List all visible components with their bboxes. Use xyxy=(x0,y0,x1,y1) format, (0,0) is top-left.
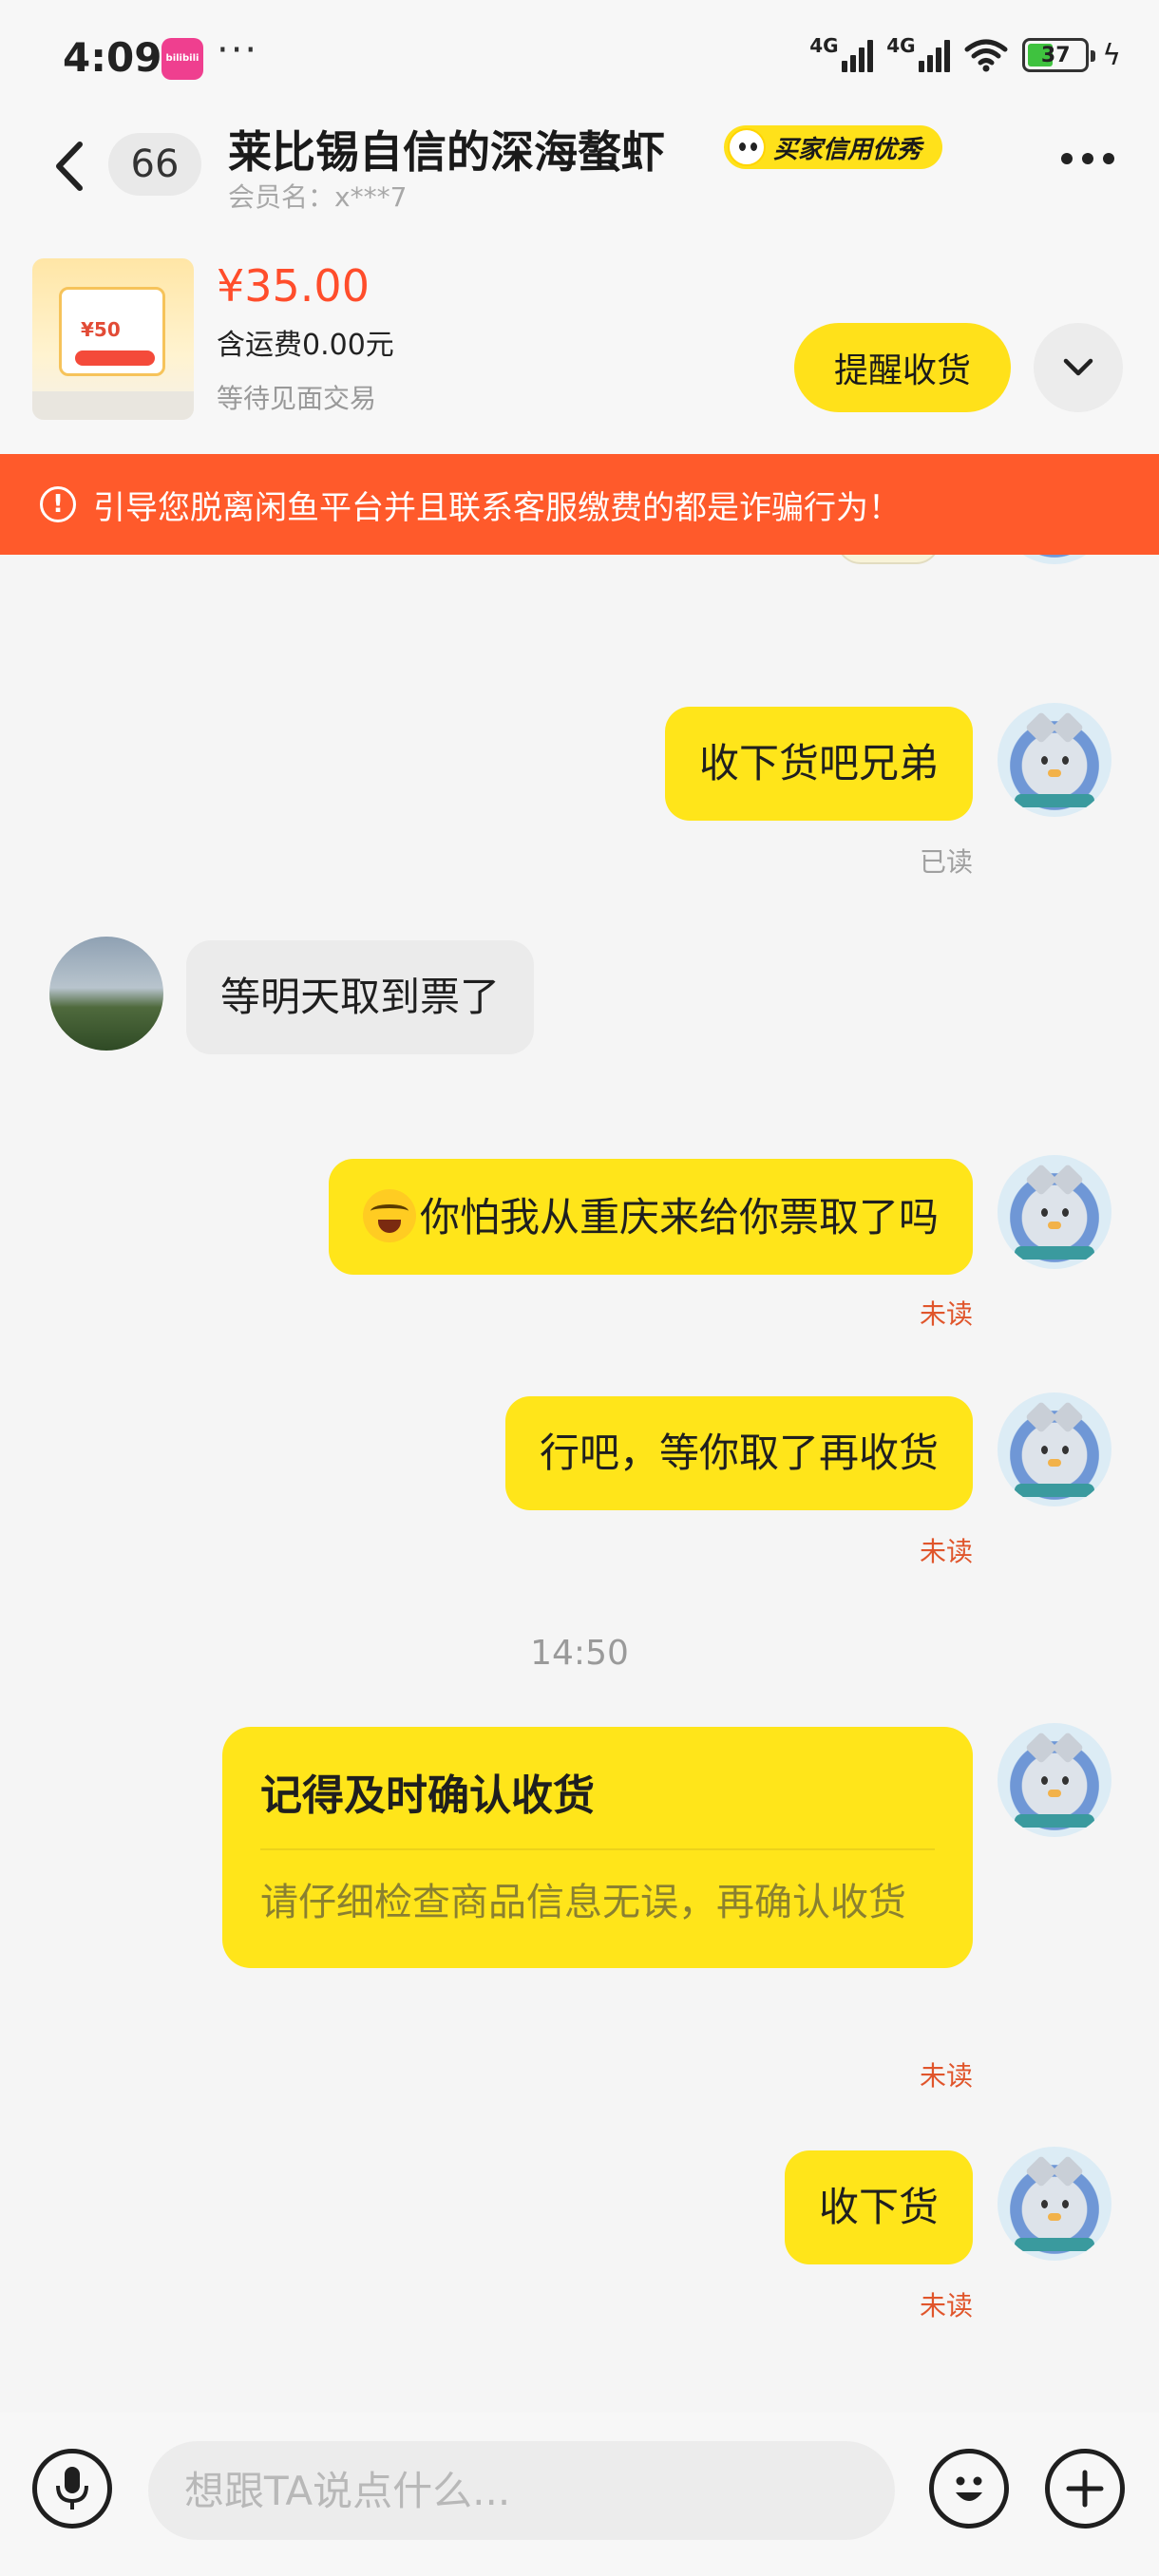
crying-face-icon xyxy=(362,1189,416,1242)
read-status: 未读 xyxy=(919,2290,973,2321)
product-thumbnail[interactable]: ¥50 xyxy=(32,258,194,420)
signal-label: 4G xyxy=(809,34,839,57)
message-row: 你怕我从重庆来给你票取了吗 未读 xyxy=(0,1155,1159,1330)
plus-glyph xyxy=(1066,2470,1104,2508)
product-card[interactable]: ¥50 ¥35.00 含运费0.00元 等待见面交易 提醒收货 xyxy=(0,247,1159,454)
my-avatar[interactable] xyxy=(998,555,1112,564)
message-row: 已读 xyxy=(0,555,1159,640)
warning-text: 引导您脱离闲鱼平台并且联系客服缴费的都是诈骗行为！ xyxy=(93,488,901,527)
my-avatar[interactable] xyxy=(998,1155,1112,1269)
status-time: 4:09 xyxy=(63,34,162,81)
input-bar xyxy=(0,2413,1159,2576)
alert-circle-icon: ! xyxy=(40,486,76,522)
xianyu-face-icon xyxy=(728,128,766,166)
contact-avatar[interactable] xyxy=(49,937,163,1051)
microphone-icon[interactable] xyxy=(32,2449,112,2529)
message-input[interactable] xyxy=(148,2441,895,2540)
contact-name[interactable]: 莱比锡自信的深海螯虾 xyxy=(228,118,665,180)
message-bubble[interactable]: 你怕我从重庆来给你票取了吗 xyxy=(328,1159,973,1275)
smile-glyph xyxy=(956,2476,982,2501)
message-row: 等明天取到票了 xyxy=(0,937,1159,1064)
confirm-receipt-card[interactable]: 记得及时确认收货 请仔细检查商品信息无误，再确认收货 xyxy=(222,1727,973,1968)
read-status: 未读 xyxy=(919,1298,973,1330)
chat-area[interactable]: 已读 收下货吧兄弟 已读 等明天取到票了 你怕我从重庆来给你票取了吗 未读 行吧… xyxy=(0,555,1159,2413)
message-timestamp: 14:50 xyxy=(530,1634,629,1673)
chevron-down-icon xyxy=(1063,358,1093,376)
message-bubble[interactable]: 收下货 xyxy=(784,2150,973,2264)
message-text: 你怕我从重庆来给你票取了吗 xyxy=(419,1194,939,1241)
fraud-warning-banner: ! 引导您脱离闲鱼平台并且联系客服缴费的都是诈骗行为！ xyxy=(0,454,1159,555)
card-body: 请仔细检查商品信息无误，再确认收货 xyxy=(260,1881,906,1924)
message-row: 收下货吧兄弟 已读 xyxy=(0,703,1159,878)
battery-icon: 37 xyxy=(1022,38,1096,72)
remind-receipt-button[interactable]: 提醒收货 xyxy=(794,323,1011,412)
read-status: 已读 xyxy=(919,846,973,878)
signal-icon: 4G xyxy=(809,34,874,72)
plus-icon[interactable] xyxy=(1045,2449,1125,2529)
read-status: 未读 xyxy=(919,1536,973,1567)
signal-label: 4G xyxy=(886,34,916,57)
member-name: 会员名：x***7 xyxy=(228,181,408,213)
read-status: 未读 xyxy=(919,2060,973,2092)
chat-header: 66 莱比锡自信的深海螯虾 买家信用优秀 会员名：x***7 xyxy=(0,114,1159,247)
credit-badge-label: 买家信用优秀 xyxy=(773,135,922,164)
chevron-left-icon[interactable] xyxy=(46,133,93,199)
app-icon: bilibili xyxy=(162,38,203,80)
thumb-coupon-value: ¥50 xyxy=(81,318,121,341)
shipping-info: 含运费0.00元 xyxy=(217,329,394,362)
message-bubble[interactable]: 收下货吧兄弟 xyxy=(664,707,973,821)
wifi-icon xyxy=(964,39,1008,72)
smile-icon[interactable] xyxy=(929,2449,1009,2529)
charging-icon: ϟ xyxy=(1102,38,1121,72)
notification-dots-icon: ··· xyxy=(217,28,259,72)
status-bar: 4:09 bilibili ··· 4G 4G 37 ϟ xyxy=(0,0,1159,114)
status-icons: 4G 4G 37 ϟ xyxy=(809,34,1121,72)
credit-badge[interactable]: 买家信用优秀 xyxy=(724,125,943,169)
message-bubble[interactable]: 等明天取到票了 xyxy=(186,940,535,1054)
more-icon[interactable] xyxy=(1054,144,1121,173)
signal-icon: 4G xyxy=(886,34,951,72)
my-avatar[interactable] xyxy=(998,703,1112,817)
battery-percent: 37 xyxy=(1040,43,1071,67)
my-avatar[interactable] xyxy=(998,2147,1112,2261)
message-bubble[interactable]: 行吧，等你取了再收货 xyxy=(504,1396,973,1510)
my-avatar[interactable] xyxy=(998,1392,1112,1506)
message-bubble[interactable] xyxy=(836,555,940,564)
message-row: 记得及时确认收货 请仔细检查商品信息无误，再确认收货 未读 xyxy=(0,1723,1159,2092)
trade-status: 等待见面交易 xyxy=(217,383,377,414)
my-avatar[interactable] xyxy=(998,1723,1112,1837)
card-title: 记得及时确认收货 xyxy=(260,1761,935,1850)
unread-count-badge[interactable]: 66 xyxy=(108,133,201,196)
message-row: 收下货 未读 xyxy=(0,2147,1159,2321)
microphone-glyph xyxy=(56,2467,88,2510)
product-price: ¥35.00 xyxy=(217,260,370,312)
expand-button[interactable] xyxy=(1034,323,1123,412)
message-row: 行吧，等你取了再收货 未读 xyxy=(0,1392,1159,1567)
